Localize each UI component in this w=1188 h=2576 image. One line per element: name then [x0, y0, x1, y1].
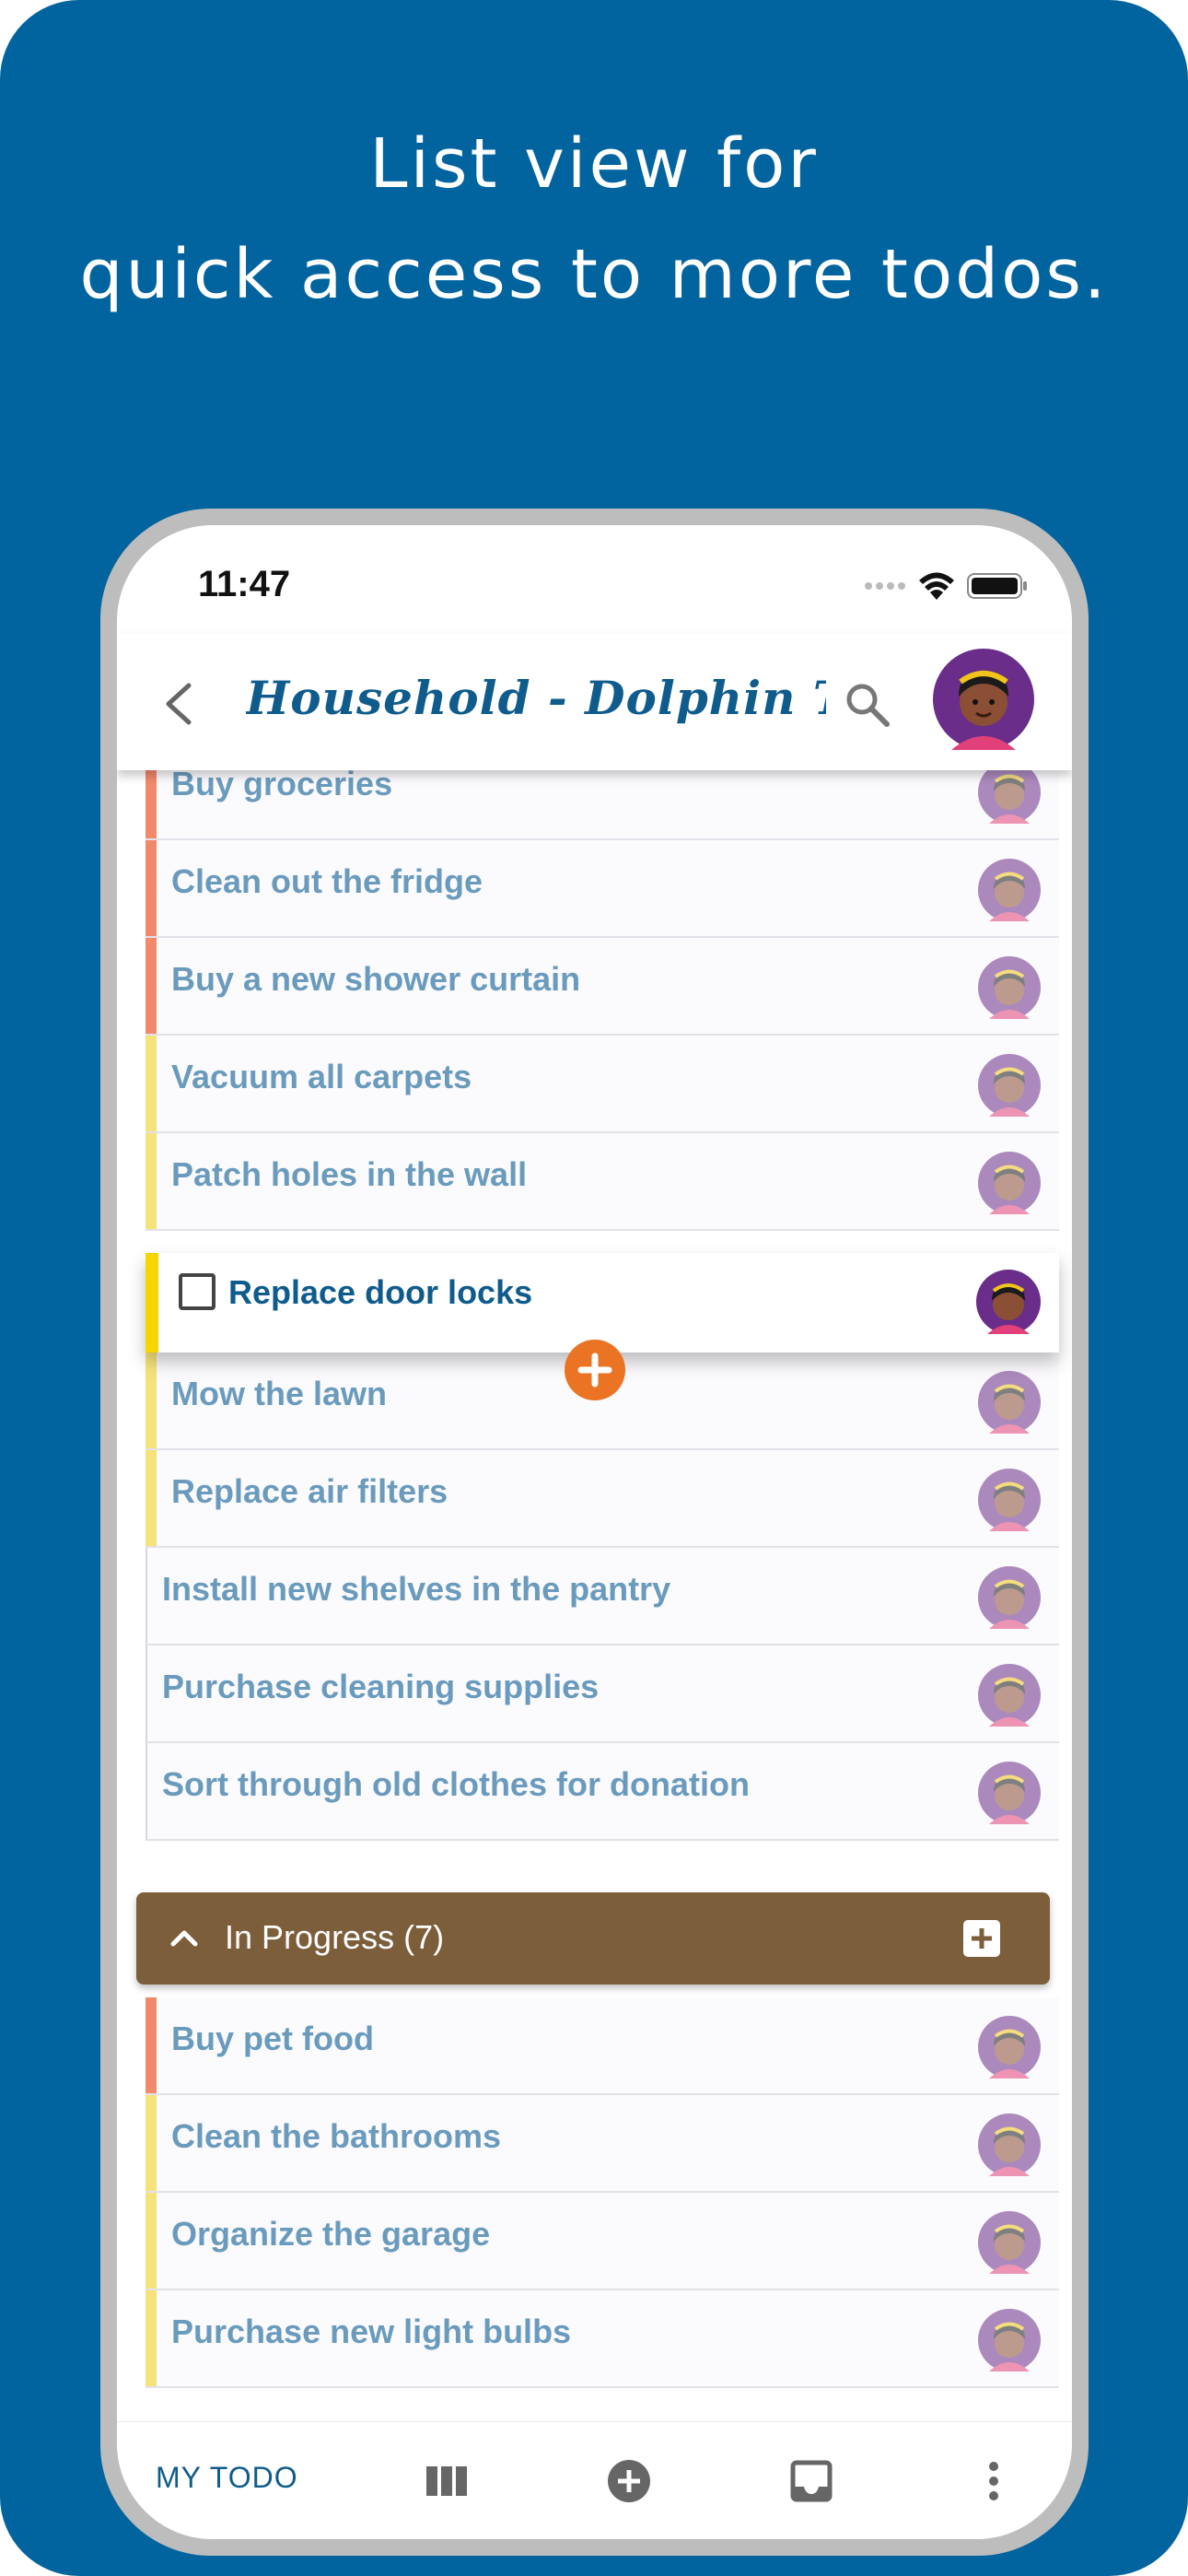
assignee-avatar	[976, 1270, 1041, 1334]
add-todo-here-button[interactable]	[565, 1340, 625, 1400]
status-icons	[864, 568, 1028, 604]
priority-stripe	[146, 2290, 157, 2386]
assignee-avatar	[978, 2309, 1041, 2371]
todo-item[interactable]: Clean out the fridge	[146, 840, 1059, 938]
priority-stripe	[146, 840, 157, 936]
priority-stripe	[146, 2095, 157, 2191]
phone-frame: 11:47 Household - Dolphin Purchase new l…	[100, 509, 1089, 2556]
todo-item[interactable]: Vacuum all carpets	[146, 1036, 1059, 1133]
assignee-avatar	[978, 859, 1041, 921]
priority-stripe	[146, 938, 157, 1034]
priority-stripe	[146, 770, 157, 838]
todo-label: Clean out the fridge	[171, 862, 483, 900]
headline-line-2: quick access to more todos.	[79, 235, 1109, 314]
todo-list: Purchase new light bulbs Organize the gar…	[117, 770, 1072, 2421]
chevron-up-icon[interactable]	[168, 1922, 201, 1955]
priority-stripe	[146, 1450, 157, 1546]
todo-label: Buy pet food	[171, 2020, 374, 2057]
todo-label: Mow the lawn	[171, 1375, 387, 1412]
inbox-icon[interactable]	[787, 2457, 835, 2505]
assignee-avatar	[978, 2113, 1041, 2176]
status-time: 11:47	[198, 564, 291, 604]
todo-item[interactable]: Install new shelves in the pantry	[146, 1548, 1059, 1645]
assignee-avatar	[978, 1152, 1041, 1214]
assignee-avatar	[978, 1054, 1041, 1117]
todo-item[interactable]: Purchase cleaning supplies	[146, 1645, 1059, 1743]
todo-item[interactable]: Buy a new shower curtain	[146, 938, 1059, 1036]
todo-item[interactable]: Replace air filters	[146, 1450, 1059, 1548]
todo-item[interactable]: Purchase new light bulbs	[146, 2290, 1059, 2388]
in-progress-group-header[interactable]: In Progress (7)	[136, 1892, 1050, 1985]
chevron-left-icon[interactable]	[156, 678, 202, 730]
more-vert-icon[interactable]	[970, 2457, 1018, 2505]
todo-label: Purchase cleaning supplies	[162, 1668, 600, 1705]
dragging-todo-item[interactable]: Replace door locks	[146, 1253, 1059, 1352]
assignee-avatar	[978, 1566, 1041, 1629]
screenshot-background: List view for quick access to more todos…	[0, 0, 1188, 2576]
todo-label: Vacuum all carpets	[171, 1058, 472, 1095]
add-box-icon[interactable]	[961, 1918, 1002, 1959]
assignee-avatar	[978, 770, 1041, 824]
phone-screen: 11:47 Household - Dolphin Purchase new l…	[117, 525, 1072, 2539]
headline-line-1: List view for	[369, 124, 819, 204]
todo-label: Purchase new light bulbs	[171, 2313, 572, 2350]
priority-stripe	[146, 1253, 158, 1352]
todo-label: Buy groceries	[171, 770, 393, 802]
assignee-avatar	[978, 1762, 1041, 1824]
app-bar: Household - Dolphin Todo	[117, 634, 1072, 770]
todo-label: Clean the bathrooms	[171, 2117, 502, 2155]
battery-icon	[967, 573, 1027, 599]
promo-headline: List view for quick access to more todos…	[0, 109, 1188, 330]
user-avatar-icon[interactable]	[933, 649, 1034, 750]
page-title: Household - Dolphin Todo	[246, 671, 826, 725]
todo-label: Replace door locks	[228, 1273, 533, 1311]
assignee-avatar	[978, 1371, 1041, 1434]
todo-item[interactable]: Buy pet food	[146, 1997, 1059, 2095]
priority-stripe	[146, 1352, 157, 1448]
priority-stripe	[146, 1036, 157, 1131]
assignee-avatar	[978, 2016, 1041, 2078]
priority-stripe	[146, 1133, 157, 1229]
search-icon[interactable]	[843, 680, 892, 730]
todo-label: Sort through old clothes for donation	[162, 1765, 750, 1803]
assignee-avatar	[978, 1664, 1041, 1727]
status-bar: 11:47	[117, 525, 1072, 634]
priority-stripe	[146, 2193, 157, 2289]
todo-label: Replace air filters	[171, 1472, 448, 1510]
todo-label: Patch holes in the wall	[171, 1155, 528, 1193]
todo-checkbox[interactable]	[179, 1273, 215, 1310]
todo-label: Buy a new shower curtain	[171, 960, 581, 998]
my-todo-tab[interactable]: MY TODO	[156, 2461, 298, 2495]
todo-item[interactable]: Organize the garage	[146, 2193, 1059, 2290]
todo-item[interactable]: Clean the bathrooms	[146, 2095, 1059, 2193]
todo-label: Organize the garage	[171, 2215, 491, 2253]
plus-icon	[577, 1352, 612, 1388]
add-circle-icon[interactable]	[605, 2457, 653, 2505]
todo-item[interactable]: Buy groceries	[146, 770, 1059, 840]
bottom-nav: MY TODO	[117, 2421, 1072, 2539]
todo-item[interactable]: Patch holes in the wall	[146, 1133, 1059, 1231]
signal-dots-icon	[865, 582, 905, 590]
assignee-avatar	[978, 956, 1041, 1019]
board-view-icon[interactable]	[423, 2457, 471, 2505]
group-title: In Progress (7)	[225, 1918, 445, 1956]
todo-item[interactable]: Sort through old clothes for donation	[146, 1743, 1059, 1841]
assignee-avatar	[978, 2211, 1041, 2274]
wifi-icon	[919, 572, 954, 600]
priority-stripe	[146, 1997, 157, 2093]
todo-label: Install new shelves in the pantry	[162, 1570, 671, 1608]
assignee-avatar	[978, 1469, 1041, 1531]
